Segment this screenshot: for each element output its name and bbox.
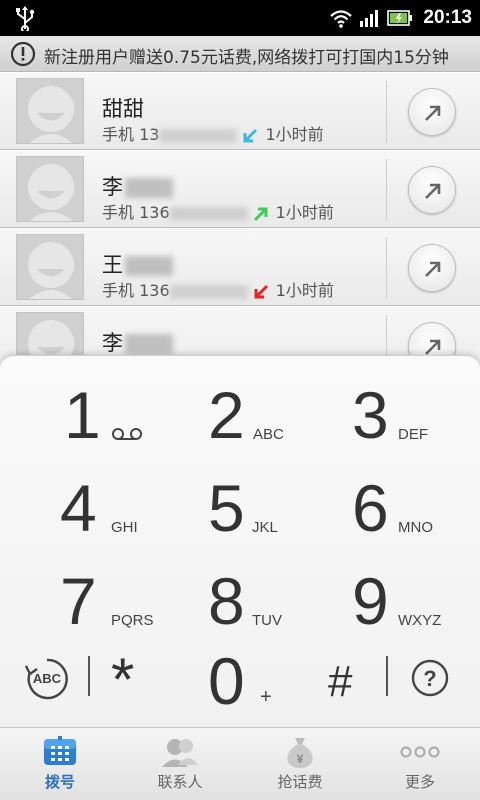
wifi-icon: [330, 10, 353, 28]
key-letters: +: [260, 686, 272, 708]
voicemail-icon: [112, 428, 142, 440]
tab-label: 抢话费: [277, 773, 323, 791]
key-digit: #: [328, 657, 353, 706]
bottom-tab-bar: 拨号 联系人 ¥ 抢话费 更多: [0, 727, 480, 800]
signal-icon: [360, 10, 379, 27]
key-digit: 9: [352, 564, 389, 638]
key-1[interactable]: 1: [0, 374, 160, 466]
call-log-row[interactable]: 王 手机 136 1小时前: [0, 228, 480, 306]
missed-call-arrow-icon: [254, 284, 268, 298]
dialpad: 1 2 ABC 3 DEF 4 GHI 5 JKL 6 MNO 7 PQRS 8: [0, 355, 480, 727]
key-digit: 2: [208, 378, 245, 452]
incoming-call-arrow-icon: [243, 128, 258, 142]
key-digit: 1: [64, 378, 101, 452]
key-letters: MNO: [398, 519, 433, 536]
key-digit: 7: [60, 564, 97, 638]
call-detail: 手机 136 1小时前: [102, 281, 334, 300]
key-digit: 4: [60, 471, 97, 545]
key-letters: GHI: [111, 519, 138, 536]
promo-notice-banner[interactable]: 新注册用户赠送0.75元话费,网络拨打可打国内15分钟: [0, 36, 480, 72]
avatar: [16, 78, 84, 144]
contact-name: 王: [102, 249, 173, 279]
call-detail: 手机 136 1小时前: [102, 203, 334, 222]
call-arrow-icon: [425, 105, 441, 121]
help-icon: ?: [411, 659, 449, 697]
separator: [386, 656, 388, 696]
key-6[interactable]: 6 MNO: [320, 467, 480, 559]
key-letters: TUV: [252, 612, 282, 629]
contact-name: 李: [102, 327, 173, 357]
key-letters: WXYZ: [398, 612, 442, 629]
key-digit: 5: [208, 471, 245, 545]
call-log-row[interactable]: 甜甜 手机 13 1小时前: [0, 72, 480, 150]
key-digit: *: [111, 646, 135, 713]
key-8[interactable]: 8 TUV: [160, 560, 320, 652]
svg-text:ABC: ABC: [33, 671, 62, 686]
avatar: [16, 234, 84, 300]
tab-dial[interactable]: 拨号: [0, 728, 120, 800]
contact-name: 李: [102, 171, 173, 201]
svg-text:?: ?: [423, 666, 436, 691]
call-arrow-icon: [425, 261, 441, 277]
key-digit: 3: [352, 378, 389, 452]
call-log-list: 甜甜 手机 13 1小时前 李 手机 136 1小时前 王 手机 136 1小时…: [0, 72, 480, 384]
row-divider: [386, 159, 387, 221]
tab-label: 拨号: [44, 773, 75, 791]
call-log-row[interactable]: 李 手机 136 1小时前: [0, 150, 480, 228]
call-back-button[interactable]: [408, 244, 456, 292]
tab-more[interactable]: 更多: [360, 728, 480, 800]
call-detail: 手机 13 1小时前: [102, 125, 324, 144]
usb-icon: [16, 6, 35, 31]
clock: 20:13: [423, 7, 472, 28]
key-9[interactable]: 9 WXYZ: [320, 560, 480, 652]
abc-keyboard-icon: ABC: [24, 658, 68, 700]
avatar: [16, 156, 84, 222]
key-letters: ABC: [253, 426, 284, 443]
call-back-button[interactable]: [408, 166, 456, 214]
key-letters: PQRS: [111, 612, 154, 629]
dialpad-icon: [44, 736, 76, 765]
more-icon: [400, 746, 440, 758]
key-5[interactable]: 5 JKL: [160, 467, 320, 559]
svg-text:¥: ¥: [297, 752, 304, 766]
key-digit: 0: [208, 644, 245, 718]
key-hash[interactable]: #: [320, 646, 390, 716]
dialer-screen: 20:13 新注册用户赠送0.75元话费,网络拨打可打国内15分钟 甜甜 手机 …: [0, 0, 480, 800]
tab-contacts[interactable]: 联系人: [120, 728, 240, 800]
tab-label: 联系人: [157, 773, 203, 791]
battery-icon: [387, 10, 413, 26]
key-digit: 8: [208, 564, 245, 638]
tab-grab-credit[interactable]: ¥ 抢话费: [240, 728, 360, 800]
notice-text: 新注册用户赠送0.75元话费,网络拨打可打国内15分钟: [44, 48, 449, 68]
money-bag-icon: ¥: [287, 738, 313, 768]
alert-icon: [10, 41, 36, 67]
contact-name: 甜甜: [102, 97, 144, 121]
row-divider: [386, 237, 387, 299]
key-2[interactable]: 2 ABC: [160, 374, 320, 466]
call-back-button[interactable]: [408, 88, 456, 136]
key-0[interactable]: 0 +: [160, 646, 320, 738]
help-button[interactable]: ?: [410, 658, 450, 698]
status-bar: 20:13: [0, 0, 480, 36]
call-arrow-icon: [425, 183, 441, 199]
key-7[interactable]: 7 PQRS: [0, 560, 160, 652]
key-3[interactable]: 3 DEF: [320, 374, 480, 466]
key-letters: DEF: [398, 426, 428, 443]
abc-switch-button[interactable]: ABC: [22, 654, 72, 704]
key-letters: JKL: [252, 519, 278, 536]
contacts-icon: [162, 739, 198, 767]
key-4[interactable]: 4 GHI: [0, 467, 160, 559]
outgoing-call-arrow-icon: [253, 207, 268, 221]
row-divider: [386, 81, 387, 143]
tab-label: 更多: [404, 773, 435, 791]
key-digit: 6: [352, 471, 389, 545]
